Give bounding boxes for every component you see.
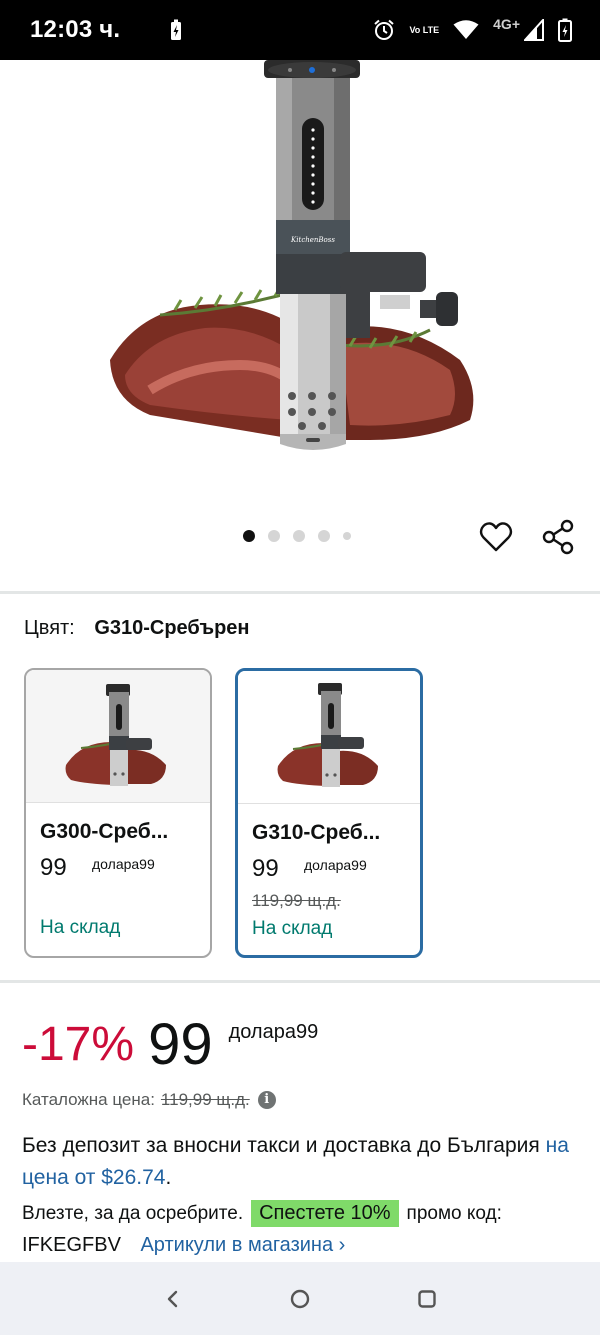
variant-image [65, 684, 166, 786]
variant-card-g300[interactable]: G300-Среб... 99 долара99 На склад [24, 668, 212, 958]
variant-price: 99 [252, 855, 279, 882]
battery-saver-icon [171, 19, 182, 40]
carousel-dot[interactable] [268, 530, 280, 542]
promo-prefix: Влезте, за да осребрите. [22, 1202, 244, 1224]
variant-thumbnail [238, 671, 420, 804]
promo-row: Влезте, за да осребрите. Спестете 10% пр… [22, 1200, 502, 1227]
variant-card-g310[interactable]: G310-Среб... 99 долара99 119,99 щ.д. На … [235, 668, 423, 958]
wifi-icon [453, 20, 479, 39]
variant-thumbnail [26, 670, 210, 803]
system-nav-bar [0, 1262, 600, 1335]
variant-name: G300-Среб... [40, 820, 169, 843]
network-type: 4G+ [493, 16, 520, 32]
discount-percent: -17% [22, 1018, 135, 1071]
status-bar: 12:03 ч. Vo LTE 4G+ [0, 0, 600, 60]
color-selected-value: G310-Сребърен [94, 617, 250, 639]
color-label: Цвят: [24, 617, 75, 639]
carousel-dot[interactable] [343, 532, 351, 540]
variant-currency: долара99 [304, 857, 367, 873]
share-button[interactable] [540, 519, 576, 555]
promo-badge: Спестете 10% [251, 1200, 399, 1227]
carousel-dot-active[interactable] [243, 530, 255, 542]
product-logo-text: KitchenBoss [290, 236, 335, 244]
variant-price: 99 [40, 854, 67, 881]
store-items-link[interactable]: Артикули в магазина › [140, 1234, 345, 1256]
list-price-row: Каталожна цена: 119,99 щ.д. i [22, 1090, 276, 1110]
variant-currency: долара99 [92, 856, 155, 872]
section-divider [0, 980, 600, 983]
nav-back-button[interactable] [158, 1284, 188, 1314]
battery-icon [558, 18, 572, 42]
info-icon[interactable]: i [257, 1091, 276, 1109]
nav-home-button[interactable] [285, 1284, 315, 1314]
carousel-dot[interactable] [293, 530, 305, 542]
color-selector: Цвят: G310-Сребърен [24, 617, 250, 640]
deal-price-block: -17% 99 долара99 [22, 1015, 318, 1075]
carousel-dot[interactable] [318, 530, 330, 542]
variant-image [277, 683, 378, 787]
heart-icon [479, 522, 513, 552]
recents-icon [417, 1289, 436, 1308]
product-image: KitchenBoss [110, 60, 474, 450]
deal-price: 99 [148, 1012, 213, 1077]
list-price-value: 119,99 щ.д. [160, 1090, 250, 1109]
signal-icon [524, 19, 544, 41]
back-icon [168, 1290, 178, 1307]
status-time: 12:03 ч. [30, 16, 121, 43]
deal-currency: долара99 [228, 1021, 319, 1043]
product-image-carousel[interactable]: KitchenBoss [0, 60, 600, 530]
variant-list-price: 119,99 щ.д. [252, 891, 341, 910]
promo-code-row: IFKEGFBV Артикули в магазина › [22, 1234, 345, 1257]
volte-icon: Vo LTE [409, 24, 440, 35]
shipping-text-end: . [165, 1166, 172, 1189]
alarm-icon [374, 19, 395, 40]
promo-suffix: промо код: [406, 1202, 502, 1224]
promo-code: IFKEGFBV [22, 1234, 121, 1256]
share-icon [542, 519, 574, 555]
nav-recents-button[interactable] [412, 1284, 442, 1314]
variant-stock: На склад [252, 918, 333, 939]
carousel-indicator [243, 530, 351, 542]
variant-stock: На склад [40, 917, 121, 938]
section-divider [0, 591, 600, 594]
shipping-text: Без депозит за вносни такси и доставка д… [22, 1134, 546, 1157]
wishlist-button[interactable] [478, 519, 514, 555]
variant-name: G310-Среб... [252, 821, 381, 844]
shipping-info: Без депозит за вносни такси и доставка д… [22, 1130, 582, 1194]
list-price-label: Каталожна цена: [22, 1090, 155, 1109]
home-icon [290, 1289, 310, 1308]
